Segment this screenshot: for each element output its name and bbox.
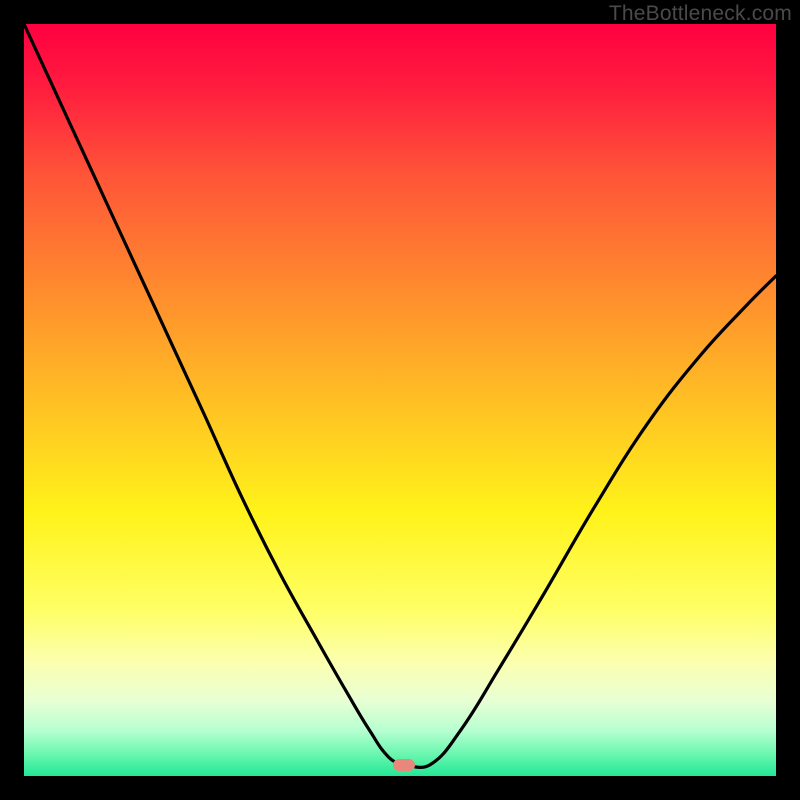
plot-area xyxy=(24,24,776,776)
background-gradient xyxy=(24,24,776,776)
optimal-marker xyxy=(393,759,415,771)
watermark-text: TheBottleneck.com xyxy=(609,2,792,26)
chart-frame: TheBottleneck.com xyxy=(0,0,800,800)
